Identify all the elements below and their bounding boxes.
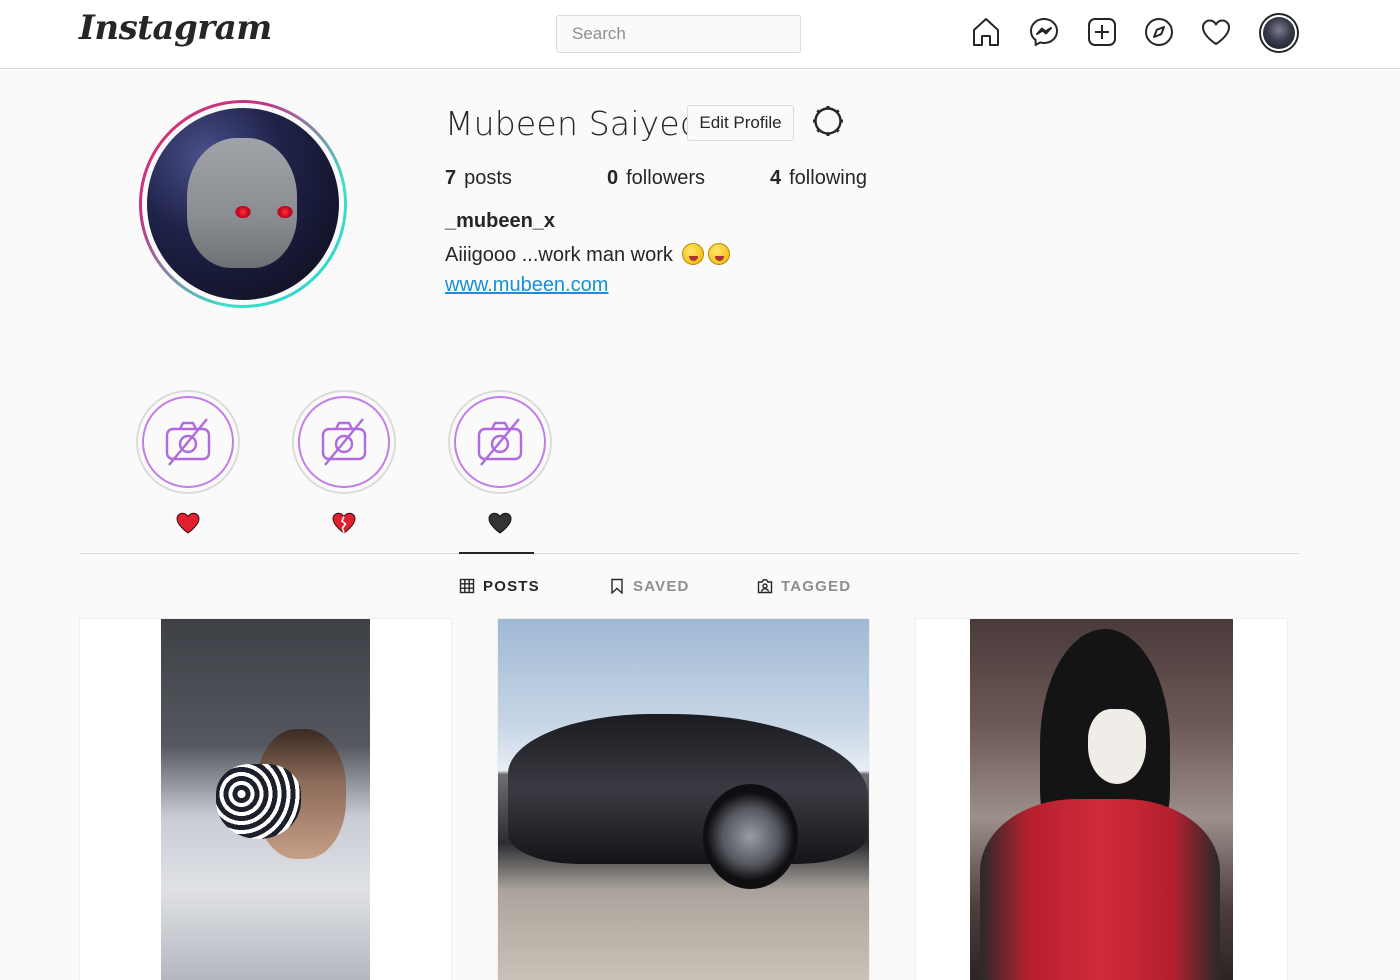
grid-icon [459, 578, 475, 594]
following-count: 4 [770, 167, 782, 189]
tab-posts-label: POSTS [483, 577, 540, 595]
followers-count: 0 [607, 167, 619, 189]
broken-heart-icon [332, 512, 356, 534]
profile-avatar[interactable] [1259, 13, 1299, 53]
zany-face-emoji [682, 243, 705, 265]
post-image [498, 619, 869, 980]
tab-saved[interactable]: SAVED [609, 575, 690, 597]
settings-icon[interactable] [810, 103, 846, 139]
bookmark-icon [611, 578, 623, 594]
story-highlight-2[interactable] [292, 390, 396, 534]
black-heart-icon [488, 512, 512, 534]
no-camera-icon [165, 418, 211, 466]
tabs-divider [80, 553, 1299, 554]
tagged-icon [757, 579, 773, 594]
tab-posts[interactable]: POSTS [459, 575, 540, 597]
explore-icon[interactable] [1143, 16, 1175, 48]
activity-heart-icon[interactable] [1200, 16, 1232, 48]
home-icon[interactable] [970, 16, 1002, 48]
instagram-logo[interactable]: Instagram [79, 8, 272, 48]
posts-count: 7 [445, 167, 457, 189]
story-highlight-1[interactable] [136, 390, 240, 534]
new-post-icon[interactable] [1086, 16, 1118, 48]
following-count-stat[interactable]: 4 following [770, 167, 867, 190]
followers-label: followers [626, 167, 706, 189]
profile-display-name: Mubeen Saiyed [445, 104, 702, 143]
posts-count-stat[interactable]: 7 posts [445, 167, 512, 190]
profile-picture[interactable] [139, 100, 347, 308]
search-input[interactable] [556, 15, 801, 53]
story-highlight-3[interactable] [448, 390, 552, 534]
followers-count-stat[interactable]: 0 followers [607, 167, 705, 190]
top-navigation-bar: Instagram [0, 0, 1400, 69]
posts-label: posts [464, 167, 512, 189]
zany-face-emoji [708, 243, 731, 265]
profile-avatar-image [1263, 17, 1295, 49]
edit-profile-button[interactable]: Edit Profile [687, 105, 794, 141]
no-camera-icon [477, 418, 523, 466]
no-camera-icon [321, 418, 367, 466]
profile-username: _mubeen_x [445, 210, 556, 232]
profile-website-link[interactable]: www.mubeen.com [445, 274, 608, 297]
profile-bio: Aiiigooo ...work man work [445, 243, 731, 267]
active-tab-indicator [459, 552, 534, 554]
post-thumbnail-2[interactable] [498, 619, 869, 980]
tab-tagged[interactable]: TAGGED [757, 575, 851, 597]
following-label: following [789, 167, 867, 189]
post-image [970, 619, 1233, 980]
tab-tagged-label: TAGGED [781, 577, 852, 595]
post-thumbnail-3[interactable] [916, 619, 1287, 980]
post-thumbnail-1[interactable] [80, 619, 451, 980]
profile-picture-image [147, 108, 339, 300]
tab-saved-label: SAVED [633, 577, 690, 595]
messenger-icon[interactable] [1028, 16, 1060, 48]
red-heart-icon [176, 512, 200, 534]
bio-text: Aiiigooo ...work man work [445, 244, 673, 266]
post-image [161, 619, 370, 980]
